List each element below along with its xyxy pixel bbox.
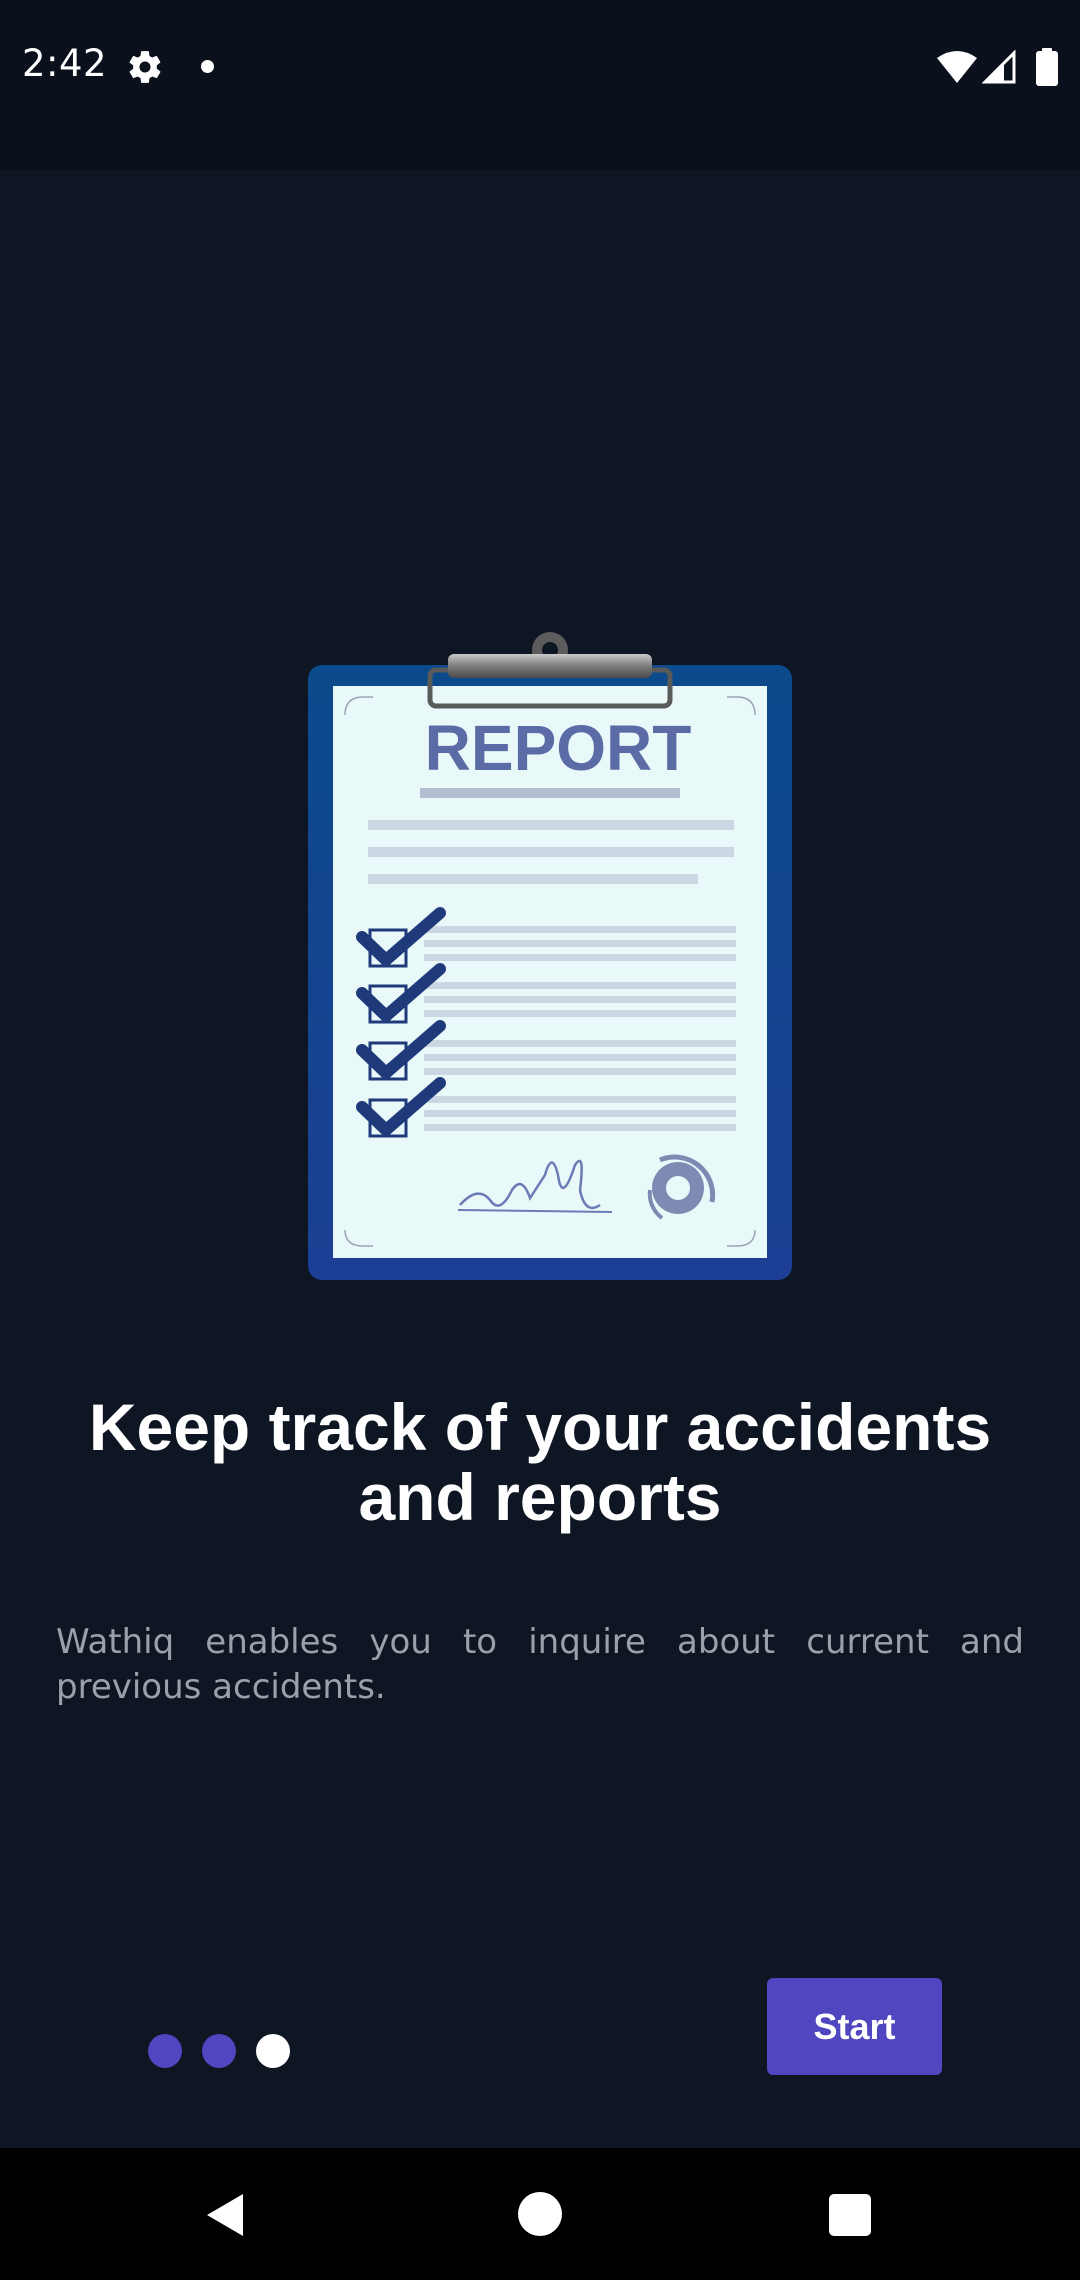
page-indicator	[148, 2034, 290, 2068]
wifi-icon	[937, 51, 977, 83]
page-dot-1[interactable]	[148, 2034, 182, 2068]
report-clipboard-illustration: REPORT	[308, 632, 792, 1280]
report-label: REPORT	[425, 712, 692, 784]
system-nav-bar	[0, 2148, 1080, 2280]
signal-icon	[982, 50, 1016, 84]
page-dot-3-active[interactable]	[256, 2034, 290, 2068]
home-icon[interactable]	[518, 2192, 562, 2236]
status-bar: 2:42	[0, 0, 1080, 170]
recents-icon[interactable]	[829, 2194, 871, 2236]
battery-icon	[1036, 48, 1058, 86]
status-time: 2:42	[22, 42, 108, 85]
start-button[interactable]: Start	[767, 1978, 942, 2075]
gear-icon	[129, 51, 161, 83]
back-icon[interactable]	[203, 2192, 247, 2238]
onboarding-screen: 2:42 REPORT Keep track of your accidents…	[0, 0, 1080, 2280]
onboarding-headline: Keep track of your accidents and reports	[88, 1390, 992, 1534]
page-dot-2[interactable]	[202, 2034, 236, 2068]
onboarding-description: Wathiq enables you to inquire about curr…	[56, 1622, 1024, 1707]
notification-dot-icon	[201, 60, 214, 73]
